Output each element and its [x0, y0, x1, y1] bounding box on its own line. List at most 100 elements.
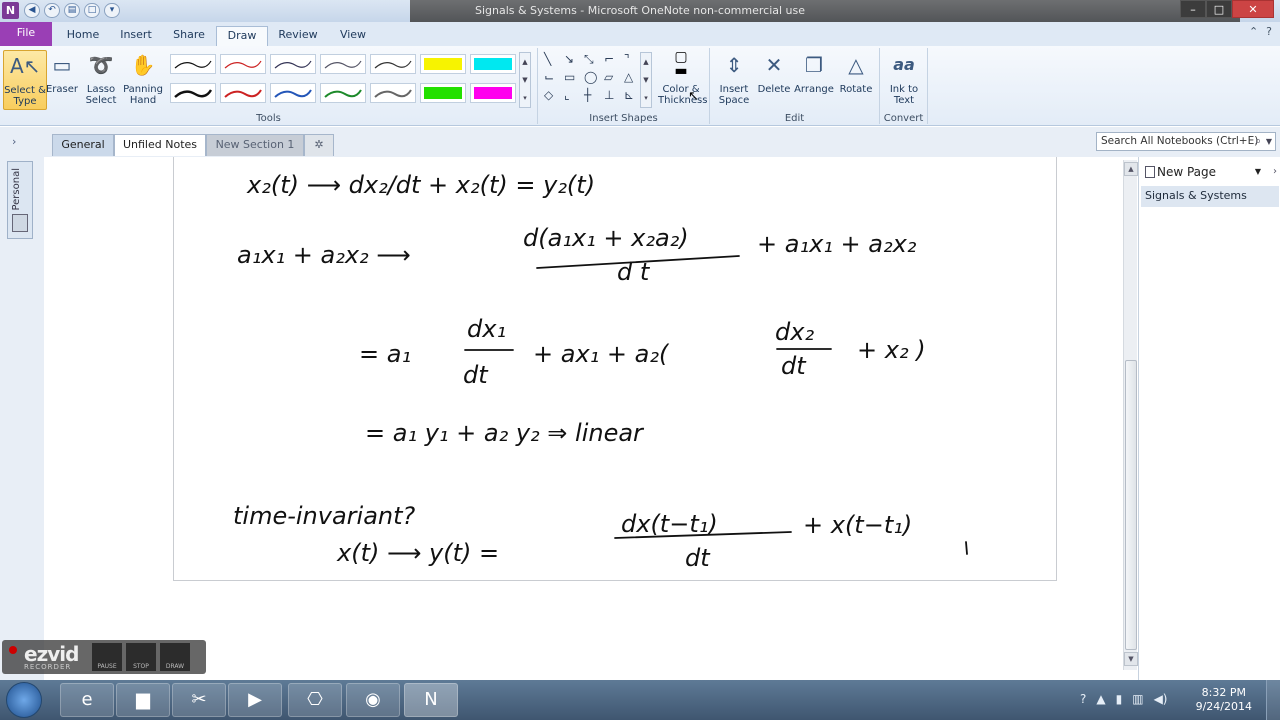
add-section-tab[interactable]: ✲: [304, 134, 334, 156]
pen-gallery-scroll[interactable]: ▲ ▼ ▾: [519, 52, 531, 108]
maximize-button[interactable]: □: [1206, 0, 1232, 18]
pen-green-thick[interactable]: [320, 83, 366, 103]
battery-icon[interactable]: ▮: [1116, 692, 1123, 706]
highlighter-magenta[interactable]: [470, 83, 516, 103]
corner-shape-icon[interactable]: ⌙: [544, 70, 554, 84]
section-tab-general[interactable]: General: [52, 134, 114, 156]
collapse-ribbon-icon[interactable]: ⌃: [1249, 25, 1258, 38]
insert-space-button[interactable]: ⇕ Insert Space: [712, 50, 756, 106]
pen-black-thin[interactable]: [170, 54, 216, 74]
windows-taskbar: e ▆ ✂ ▶ ⎔ ◉ N ? ▲ ▮ ▥ ◀) 8:32 PM 9/24/20…: [0, 680, 1280, 720]
dashed-line-shape-icon[interactable]: ⌐: [604, 52, 614, 66]
show-desktop-button[interactable]: [1266, 680, 1280, 720]
shape-gallery[interactable]: ╲ ↘ ⤡ ⌐ ⌝ ⌙ ▭ ◯ ▱ △ ◇ ⌞ ┼ ⊥ ⊾: [544, 52, 644, 108]
snipping-tool-icon[interactable]: ✂: [172, 683, 226, 717]
volume-icon[interactable]: ◀): [1154, 692, 1168, 706]
ribbon-help-area: ⌃ ?: [1249, 25, 1272, 38]
network-icon[interactable]: ▥: [1132, 692, 1143, 706]
tab-review[interactable]: Review: [272, 26, 324, 46]
new-page-dropdown-icon[interactable]: ▼: [1255, 161, 1261, 183]
dock-icon[interactable]: ▤: [64, 3, 80, 18]
axis-shape-icon[interactable]: ⌞: [564, 88, 570, 102]
clock[interactable]: 8:32 PM 9/24/2014: [1196, 686, 1252, 714]
back-icon[interactable]: ◀: [24, 3, 40, 18]
chrome-icon[interactable]: ◉: [346, 683, 400, 717]
line-shape-icon[interactable]: ╲: [544, 52, 551, 66]
3d-axis-shape-icon[interactable]: ⊾: [624, 88, 634, 102]
pen-red-thin[interactable]: [220, 54, 266, 74]
pen-black-thick[interactable]: [170, 83, 216, 103]
rectangle-shape-icon[interactable]: ▭: [564, 70, 575, 84]
lasso-select-button[interactable]: ➰ Lasso Select: [79, 50, 123, 106]
search-input[interactable]: Search All Notebooks (Ctrl+E) ⌕ ▼: [1096, 132, 1276, 151]
media-player-icon[interactable]: ▶: [228, 683, 282, 717]
highlighter-yellow[interactable]: [420, 54, 466, 74]
hp-app-icon[interactable]: ⎔: [288, 683, 342, 717]
elbow-shape-icon[interactable]: ⌝: [624, 52, 630, 66]
rotate-button[interactable]: △ Rotate: [834, 50, 878, 95]
full-page-icon[interactable]: □: [84, 3, 100, 18]
highlighter-green[interactable]: [420, 83, 466, 103]
scroll-thumb[interactable]: [1125, 360, 1137, 650]
tab-insert[interactable]: Insert: [112, 26, 160, 46]
ellipse-shape-icon[interactable]: ◯: [584, 70, 597, 84]
pen-blue-thick[interactable]: [270, 83, 316, 103]
file-explorer-icon[interactable]: ▆: [116, 683, 170, 717]
ink-note-container[interactable]: x₂(t) ⟶ dx₂/dt + x₂(t) = y₂(t) a₁x₁ + a₂…: [173, 157, 1057, 581]
ezvid-draw-button[interactable]: DRAW: [160, 643, 190, 671]
ezvid-pause-button[interactable]: PAUSE: [92, 643, 122, 671]
highlighter-cyan[interactable]: [470, 54, 516, 74]
shape-gallery-scroll[interactable]: ▲ ▼ ▾: [640, 52, 652, 108]
ink-line-5: + a₁x₁ + a₂x₂: [757, 230, 917, 258]
show-hidden-icons-icon[interactable]: ▲: [1096, 692, 1105, 706]
page-item-signals-systems[interactable]: Signals & Systems: [1141, 186, 1279, 207]
delete-button[interactable]: ✕ Delete: [752, 50, 796, 95]
page-scrollbar[interactable]: ▲ ▼: [1123, 160, 1138, 670]
expand-navigation-icon[interactable]: ›: [12, 135, 16, 148]
ink-line-10: dx₂: [775, 318, 814, 346]
pen-gray-thin[interactable]: [320, 54, 366, 74]
help-icon[interactable]: ?: [1266, 25, 1272, 38]
internet-explorer-icon[interactable]: e: [60, 683, 114, 717]
ink-line-16: dx(t−t₁): [621, 510, 718, 538]
notebook-personal[interactable]: Personal: [7, 161, 33, 239]
collapse-page-list-icon[interactable]: ›: [1273, 161, 1277, 183]
graph-shape-icon[interactable]: ⊥: [604, 88, 614, 102]
close-button[interactable]: ✕: [1232, 0, 1274, 18]
tab-file[interactable]: File: [0, 22, 52, 46]
ink-line-11: dt: [781, 352, 807, 380]
section-tab-new-section-1[interactable]: New Section 1: [206, 134, 304, 156]
onenote-taskbar-icon[interactable]: N: [404, 683, 458, 717]
ezvid-stop-button[interactable]: STOP: [126, 643, 156, 671]
pen-gray-thick[interactable]: [370, 83, 416, 103]
eraser-button[interactable]: ▭ Eraser: [40, 50, 84, 95]
section-tab-unfiled-notes[interactable]: Unfiled Notes: [114, 134, 206, 156]
panning-hand-button[interactable]: ✋ Panning Hand: [121, 50, 165, 106]
customize-icon[interactable]: ▾: [104, 3, 120, 18]
search-icon[interactable]: ⌕: [1255, 133, 1261, 150]
diamond-shape-icon[interactable]: ◇: [544, 88, 553, 102]
onenote-app-icon[interactable]: N: [2, 2, 19, 19]
pen-red-thick[interactable]: [220, 83, 266, 103]
pen-dark-thin[interactable]: [370, 54, 416, 74]
tab-view[interactable]: View: [330, 26, 376, 46]
new-page-button[interactable]: New Page ▼ ›: [1139, 161, 1280, 183]
parallelogram-shape-icon[interactable]: ▱: [604, 70, 613, 84]
tab-home[interactable]: Home: [60, 26, 106, 46]
arrange-button[interactable]: ❐ Arrange: [792, 50, 836, 95]
search-scope-dropdown-icon[interactable]: ▼: [1266, 133, 1272, 150]
scroll-up-icon[interactable]: ▲: [1124, 162, 1138, 176]
triangle-shape-icon[interactable]: △: [624, 70, 633, 84]
tab-share[interactable]: Share: [166, 26, 212, 46]
arrow-shape-icon[interactable]: ↘: [564, 52, 574, 66]
double-arrow-shape-icon[interactable]: ⤡: [584, 52, 594, 67]
minimize-button[interactable]: –: [1180, 0, 1206, 18]
scroll-down-icon[interactable]: ▼: [1124, 652, 1138, 666]
start-button[interactable]: [6, 682, 42, 718]
help-tray-icon[interactable]: ?: [1080, 692, 1086, 706]
tab-draw[interactable]: Draw: [216, 26, 268, 46]
ink-to-text-button[interactable]: aa Ink to Text: [882, 50, 926, 106]
pen-blue-thin[interactable]: [270, 54, 316, 74]
cross-axis-shape-icon[interactable]: ┼: [584, 88, 591, 102]
undo-icon[interactable]: ↶: [44, 3, 60, 18]
